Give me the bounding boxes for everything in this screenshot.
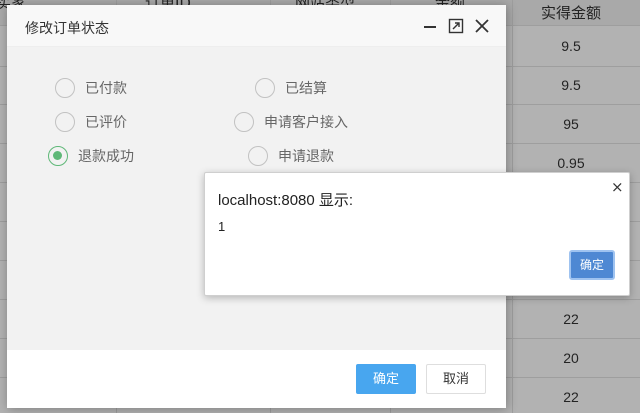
cancel-button[interactable]: 取消 (426, 364, 486, 394)
alert-close-icon[interactable]: × (611, 178, 624, 196)
alert-title: localhost:8080 显示: (218, 192, 354, 209)
radio-circle (55, 112, 75, 132)
radio-label: 退款成功 (78, 149, 134, 165)
alert-message: 1 (218, 219, 226, 234)
radio-circle (234, 112, 254, 132)
radio-refund-success[interactable]: 退款成功 (48, 146, 134, 166)
radio-settled[interactable]: 已结算 (255, 78, 327, 98)
radio-circle (55, 78, 75, 98)
radio-label: 已评价 (85, 115, 127, 131)
confirm-button[interactable]: 确定 (356, 364, 416, 394)
radio-circle-selected (48, 146, 68, 166)
radio-circle (248, 146, 268, 166)
radio-request-refund[interactable]: 申请退款 (248, 146, 334, 166)
dialog-title: 修改订单状态 (25, 21, 109, 37)
minimize-icon[interactable] (422, 18, 438, 34)
radio-request-customer-access[interactable]: 申请客户接入 (234, 112, 348, 132)
radio-label: 已付款 (85, 81, 127, 97)
radio-label: 已结算 (285, 81, 327, 97)
browser-alert: localhost:8080 显示: 1 × 确定 (204, 172, 630, 296)
maximize-icon[interactable] (448, 18, 464, 34)
radio-circle (255, 78, 275, 98)
radio-reviewed[interactable]: 已评价 (55, 112, 127, 132)
dialog-footer: 确定 取消 (7, 350, 506, 408)
radio-label: 申请客户接入 (264, 115, 348, 131)
radio-paid[interactable]: 已付款 (55, 78, 127, 98)
alert-ok-button[interactable]: 确定 (569, 250, 615, 280)
radio-label: 申请退款 (278, 149, 334, 165)
dialog-title-bar: 修改订单状态 (7, 5, 506, 47)
close-icon[interactable] (474, 18, 490, 34)
